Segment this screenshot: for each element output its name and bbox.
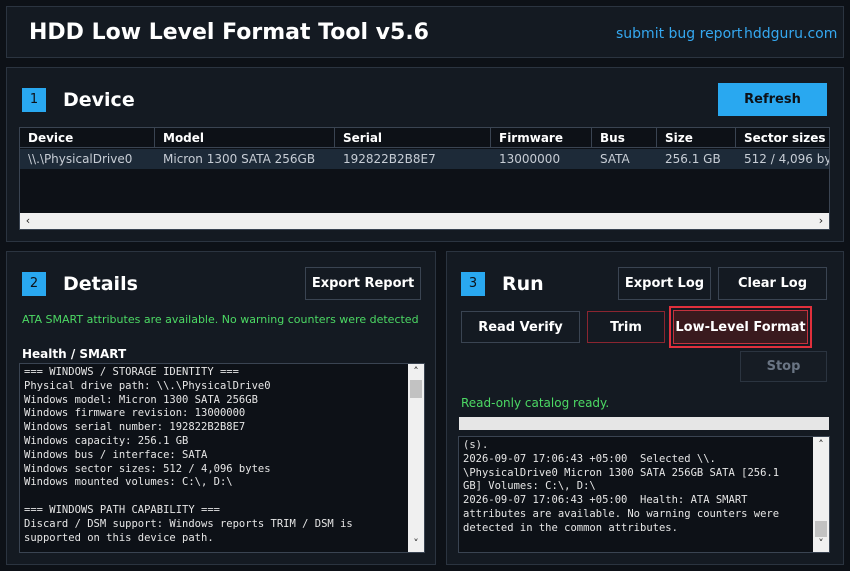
- stop-button[interactable]: Stop: [740, 351, 827, 382]
- table-horizontal-scrollbar[interactable]: ‹ ›: [20, 213, 829, 229]
- clear-log-button[interactable]: Clear Log: [718, 267, 827, 300]
- scroll-up-icon[interactable]: ˄: [408, 364, 424, 380]
- column-header-serial[interactable]: Serial: [335, 128, 491, 148]
- device-section-title: Device: [63, 89, 135, 111]
- smart-details-text: === WINDOWS / STORAGE IDENTITY === Physi…: [24, 366, 353, 544]
- details-scroll-thumb[interactable]: [410, 380, 422, 398]
- run-status-text: Read-only catalog ready.: [461, 396, 610, 410]
- firmware-cell: 13000000: [499, 152, 561, 166]
- column-header-sector-sizes[interactable]: Sector sizes: [736, 128, 829, 148]
- device-table: Device Model Serial Firmware Bus Size Se…: [19, 127, 830, 230]
- details-section-title: Details: [63, 273, 138, 295]
- run-section-title: Run: [502, 273, 544, 295]
- submit-bug-report-link[interactable]: submit bug report: [616, 26, 742, 42]
- log-text: (s). 2026-09-07 17:06:43 +05:00 Selected…: [463, 439, 780, 534]
- table-row[interactable]: \\.\PhysicalDrive0 Micron 1300 SATA 256G…: [20, 149, 830, 169]
- log-vertical-scrollbar[interactable]: ˄ ˅: [813, 437, 829, 552]
- device-table-header: Device Model Serial Firmware Bus Size Se…: [20, 128, 829, 148]
- format-progress-bar: [459, 417, 829, 430]
- scroll-left-icon[interactable]: ‹: [20, 213, 36, 229]
- read-verify-button[interactable]: Read Verify: [461, 311, 580, 343]
- trim-button[interactable]: Trim: [587, 311, 665, 343]
- details-step-number: 2: [22, 272, 46, 296]
- column-header-size[interactable]: Size: [657, 128, 736, 148]
- export-log-button[interactable]: Export Log: [618, 267, 711, 300]
- column-header-firmware[interactable]: Firmware: [491, 128, 592, 148]
- column-header-device[interactable]: Device: [20, 128, 155, 148]
- device-cell: \\.\PhysicalDrive0: [28, 152, 133, 166]
- device-step-number: 1: [22, 88, 46, 112]
- log-scroll-thumb[interactable]: [815, 521, 827, 537]
- scroll-down-icon[interactable]: ˅: [408, 536, 424, 552]
- low-level-format-button[interactable]: Low-Level Format: [673, 310, 808, 344]
- scroll-right-icon[interactable]: ›: [813, 213, 829, 229]
- scroll-down-icon[interactable]: ˅: [813, 536, 829, 552]
- details-vertical-scrollbar[interactable]: ˄ ˅: [408, 364, 424, 552]
- model-cell: Micron 1300 SATA 256GB: [163, 152, 316, 166]
- column-header-bus[interactable]: Bus: [592, 128, 657, 148]
- bus-cell: SATA: [600, 152, 630, 166]
- log-textbox[interactable]: (s). 2026-09-07 17:06:43 +05:00 Selected…: [458, 436, 830, 553]
- size-cell: 256.1 GB: [665, 152, 721, 166]
- refresh-button[interactable]: Refresh: [718, 83, 827, 116]
- sector-sizes-cell: 512 / 4,096 bytes: [744, 152, 830, 166]
- title-bar: HDD Low Level Format Tool v5.6 submit bu…: [6, 6, 844, 58]
- serial-cell: 192822B2B8E7: [343, 152, 436, 166]
- column-header-model[interactable]: Model: [155, 128, 335, 148]
- details-status-text: ATA SMART attributes are available. No w…: [22, 313, 422, 326]
- scroll-up-icon[interactable]: ˄: [813, 437, 829, 453]
- smart-details-textbox[interactable]: === WINDOWS / STORAGE IDENTITY === Physi…: [19, 363, 425, 553]
- run-step-number: 3: [461, 272, 485, 296]
- hddguru-link[interactable]: hddguru.com: [744, 26, 837, 42]
- health-smart-label: Health / SMART: [22, 347, 127, 361]
- export-report-button[interactable]: Export Report: [305, 267, 421, 300]
- app-title: HDD Low Level Format Tool v5.6: [29, 20, 429, 45]
